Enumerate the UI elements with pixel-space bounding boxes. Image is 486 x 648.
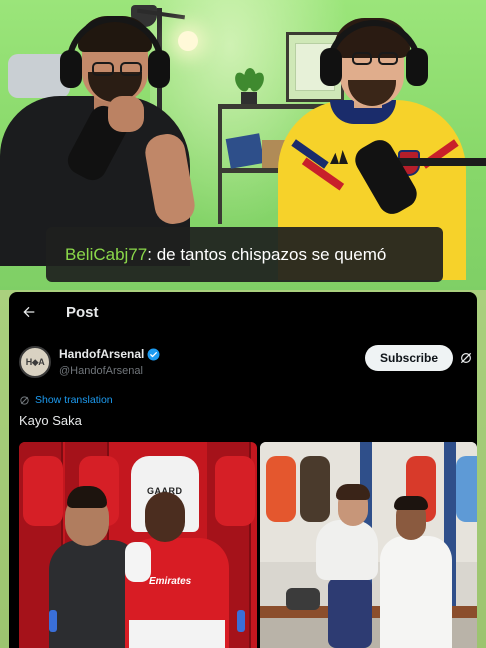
lamp-bulb — [178, 31, 198, 51]
host-left-hand — [108, 96, 144, 132]
sponsor-text: Emirates — [149, 576, 192, 587]
shelf-box — [225, 133, 265, 169]
show-translation-label[interactable]: Show translation — [35, 394, 113, 406]
bag — [286, 588, 320, 610]
hanging-jacket — [300, 456, 330, 522]
author-name-row[interactable]: HandofArsenal — [59, 347, 160, 361]
translate-icon — [20, 395, 29, 405]
post-photo[interactable] — [260, 442, 477, 648]
avatar-initials: H◆A — [25, 356, 45, 367]
person — [316, 520, 378, 580]
avatar[interactable]: H◆A — [19, 346, 51, 378]
chat-message-overlay: BeliCabj77: de tantos chispazos se quemó — [46, 227, 443, 282]
hanging-shirt — [23, 456, 63, 526]
hanging-shirt — [215, 456, 255, 526]
chat-message-text: de tantos chispazos se quemó — [156, 244, 387, 264]
arrow-left-icon[interactable] — [21, 304, 37, 320]
post-photo[interactable]: GAARD Emirates — [19, 442, 257, 648]
hanging-jacket — [456, 456, 477, 522]
author-display-name[interactable]: HandofArsenal — [59, 347, 144, 361]
subscribe-button[interactable]: Subscribe — [365, 345, 453, 371]
grok-icon[interactable] — [459, 351, 473, 365]
mic-boom-arm — [390, 158, 486, 166]
page-title: Post — [66, 304, 99, 321]
stream-video: BeliCabj77: de tantos chispazos se quemó — [0, 0, 486, 292]
shelf-leg — [218, 104, 222, 224]
plant — [232, 68, 267, 104]
post-view: Post H◆A HandofArsenal @HandofArsenal Su… — [9, 292, 477, 648]
water-bottle — [237, 610, 245, 632]
chat-separator: : — [147, 244, 157, 264]
post-text: Kayo Saka — [19, 413, 82, 428]
show-translation-link[interactable]: Show translation — [19, 394, 113, 406]
person — [380, 536, 452, 648]
post-header: Post — [9, 292, 477, 334]
verified-badge-icon — [147, 348, 160, 360]
post-media-grid: GAARD Emirates — [19, 442, 477, 648]
chat-username: BeliCabj77 — [65, 244, 148, 264]
water-bottle — [49, 610, 57, 632]
hanging-jacket — [266, 456, 296, 522]
author-handle[interactable]: @HandofArsenal — [59, 365, 143, 377]
